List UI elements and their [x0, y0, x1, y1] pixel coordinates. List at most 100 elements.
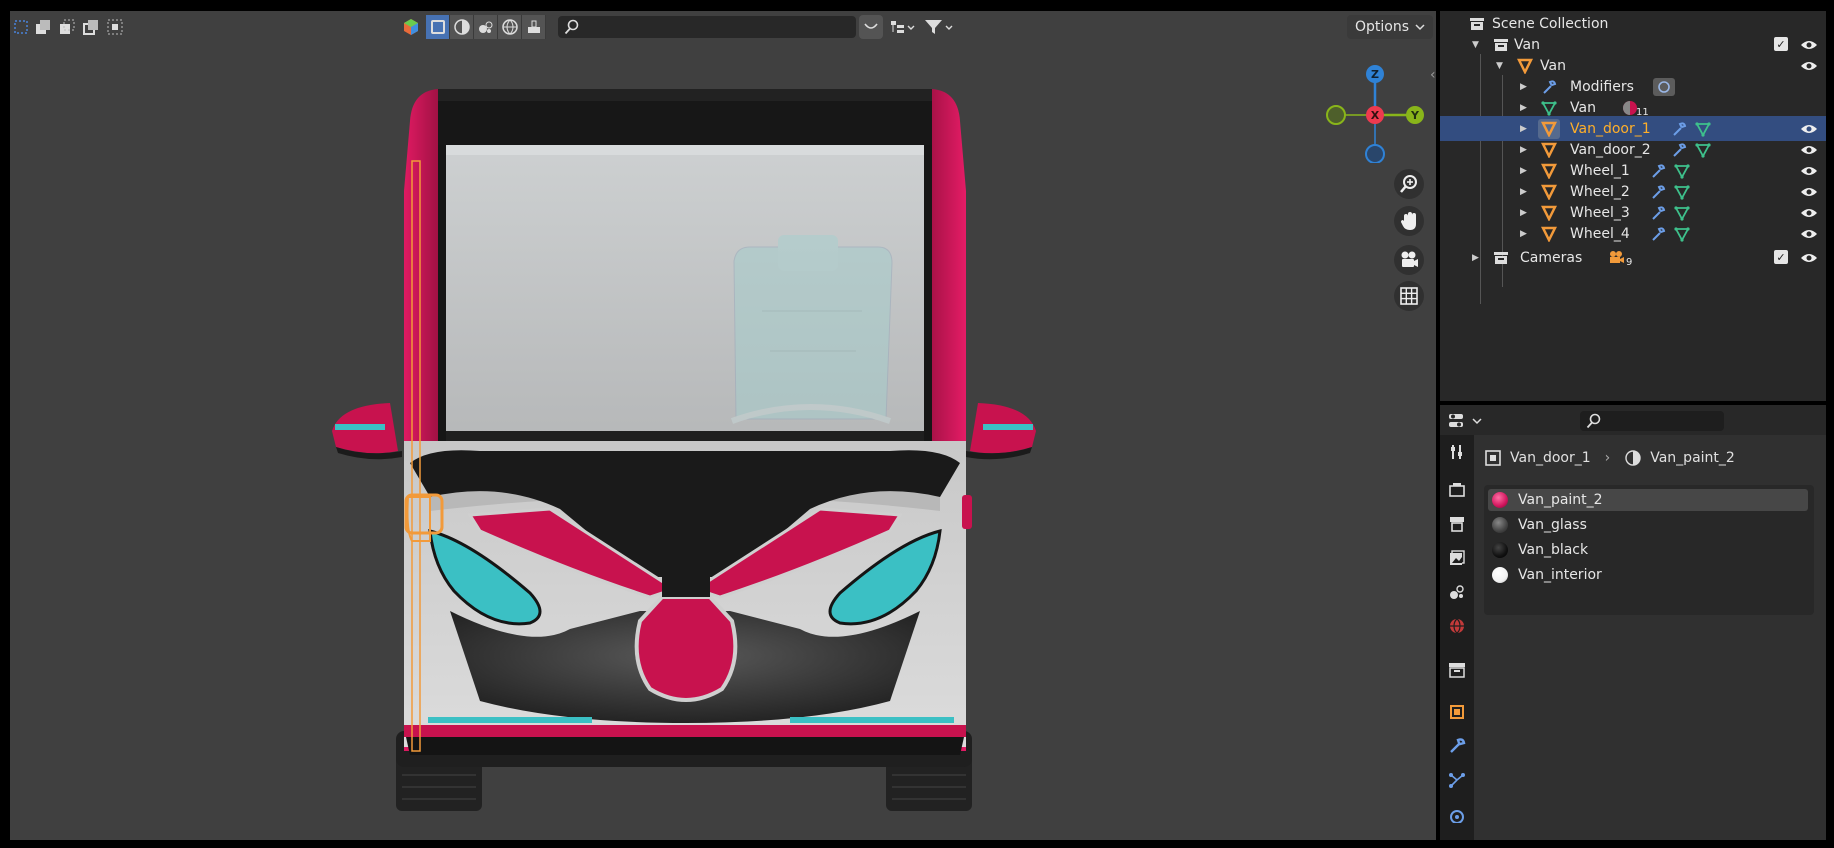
physics-tab-icon[interactable] — [1444, 801, 1470, 827]
outliner-row-cameras[interactable]: ▶ Cameras 9 ✓ — [1440, 245, 1826, 270]
wrench-icon[interactable] — [1671, 121, 1687, 137]
eye-icon[interactable] — [1800, 249, 1818, 267]
wrench-icon[interactable] — [1671, 142, 1687, 158]
ortho-grid-icon[interactable] — [1394, 281, 1424, 311]
properties-header — [1440, 405, 1826, 435]
modifier-tab-icon[interactable] — [1444, 733, 1470, 759]
camera-icon — [1610, 250, 1624, 263]
outliner-label: Cameras — [1520, 249, 1583, 266]
outliner-label: Van_door_2 — [1570, 141, 1651, 158]
material-preview-icon — [1492, 492, 1508, 508]
camera-count: 9 — [1626, 257, 1633, 268]
material-slot-van-interior[interactable]: Van_interior — [1488, 564, 1808, 586]
properties-search-field[interactable] — [1580, 411, 1724, 431]
collapse-arrow-icon[interactable]: ‹ — [1430, 67, 1436, 83]
wrench-icon[interactable] — [1650, 205, 1666, 221]
expand-down-icon[interactable]: ▼ — [1472, 40, 1479, 50]
expand-right-icon[interactable]: ▶ — [1520, 187, 1527, 197]
zoom-icon[interactable] — [1394, 169, 1424, 199]
mesh-data-icon[interactable] — [1695, 121, 1711, 137]
expand-right-icon[interactable]: ▶ — [1520, 124, 1527, 134]
mesh-object-icon — [1540, 141, 1558, 159]
mesh-object-icon — [1538, 118, 1560, 139]
mesh-object-icon — [1540, 204, 1558, 222]
expand-right-icon[interactable]: ▶ — [1520, 208, 1527, 218]
eye-icon[interactable] — [1800, 225, 1818, 243]
eye-icon[interactable] — [1800, 162, 1818, 180]
material-slot-list[interactable]: Van_paint_2 Van_glass Van_black Van_inte… — [1484, 485, 1814, 615]
view-layer-tab-icon[interactable] — [1444, 545, 1470, 571]
modifier-badge[interactable] — [1652, 77, 1676, 97]
expand-right-icon[interactable]: ▶ — [1520, 103, 1527, 113]
material-slot-van-black[interactable]: Van_black — [1488, 539, 1808, 561]
mesh-data-icon[interactable] — [1674, 205, 1690, 221]
mesh-data-icon[interactable] — [1695, 142, 1711, 158]
material-slot-label: Van_black — [1518, 542, 1589, 558]
material-slot-van-glass[interactable]: Van_glass — [1488, 514, 1808, 536]
world-tab-icon[interactable] — [1444, 613, 1470, 639]
outliner-label: Wheel_1 — [1570, 162, 1630, 179]
row-extras — [1650, 205, 1690, 221]
properties-editor-icon — [1449, 414, 1463, 427]
collection-tab-icon[interactable] — [1444, 657, 1470, 683]
eye-icon[interactable] — [1800, 120, 1818, 138]
breadcrumb-material: Van_paint_2 — [1650, 450, 1735, 466]
properties-panel[interactable]: Van_door_1 › Van_paint_2 Van_paint_2 Van… — [1440, 405, 1826, 840]
mesh-data-icon[interactable] — [1674, 226, 1690, 242]
expand-down-icon[interactable]: ▼ — [1496, 61, 1503, 71]
3d-viewport[interactable]: Options Z X Y ‹ — [10, 11, 1436, 840]
outliner-row-wheel-4[interactable]: ▶ Wheel_4 — [1440, 221, 1826, 246]
row-extras — [1650, 184, 1690, 200]
wrench-icon — [1540, 78, 1558, 96]
gizmo-x-label: X — [1371, 109, 1380, 122]
editor-type-dropdown[interactable] — [1448, 411, 1484, 431]
render-tab-icon[interactable] — [1444, 477, 1470, 503]
camera-view-icon[interactable] — [1394, 245, 1424, 275]
material-count-badge[interactable]: 11 — [1622, 97, 1649, 118]
eye-icon[interactable] — [1800, 36, 1818, 54]
pan-hand-icon[interactable] — [1394, 206, 1424, 236]
mesh-object-icon — [1540, 225, 1558, 243]
eye-icon[interactable] — [1800, 57, 1818, 75]
expand-right-icon[interactable]: ▶ — [1472, 253, 1479, 263]
outliner-label: Van — [1514, 36, 1540, 53]
outliner-panel[interactable]: Scene Collection ▼ Van ✓ ▼ Van ▶ Modifie… — [1440, 11, 1826, 401]
breadcrumb-separator-icon: › — [1604, 450, 1611, 466]
eye-icon[interactable] — [1800, 141, 1818, 159]
tool-tab-icon[interactable] — [1444, 439, 1470, 465]
scene-tab-icon[interactable] — [1444, 579, 1470, 605]
particles-tab-icon[interactable] — [1444, 767, 1470, 793]
material-preview-icon — [1492, 517, 1508, 533]
expand-right-icon[interactable]: ▶ — [1520, 82, 1527, 92]
exclude-checkbox[interactable]: ✓ — [1774, 37, 1788, 51]
properties-tab-bar — [1440, 435, 1474, 840]
mesh-object-icon — [1540, 183, 1558, 201]
collection-icon — [1492, 36, 1510, 54]
object-icon — [1485, 450, 1501, 466]
search-icon — [1586, 413, 1601, 429]
navigation-gizmo[interactable]: Z X Y — [1320, 53, 1430, 163]
output-tab-icon[interactable] — [1444, 511, 1470, 537]
expand-right-icon[interactable]: ▶ — [1520, 166, 1527, 176]
mesh-data-icon[interactable] — [1674, 184, 1690, 200]
outliner-label: Van — [1570, 99, 1596, 116]
van-model-render[interactable] — [10, 11, 1436, 840]
eye-icon[interactable] — [1800, 204, 1818, 222]
eye-icon[interactable] — [1800, 183, 1818, 201]
material-slot-label: Van_paint_2 — [1518, 492, 1603, 508]
row-extras — [1671, 142, 1711, 158]
wrench-icon[interactable] — [1650, 226, 1666, 242]
expand-right-icon[interactable]: ▶ — [1520, 229, 1527, 239]
collection-icon — [1492, 249, 1510, 267]
material-slot-van-paint-2[interactable]: Van_paint_2 — [1488, 489, 1808, 511]
material-preview-icon — [1492, 567, 1508, 583]
wrench-icon[interactable] — [1650, 163, 1666, 179]
camera-count-badge[interactable]: 9 — [1608, 247, 1632, 268]
wrench-icon[interactable] — [1650, 184, 1666, 200]
mesh-data-icon — [1540, 99, 1558, 117]
object-tab-icon[interactable] — [1444, 699, 1470, 725]
gizmo-y-label: Y — [1410, 109, 1420, 122]
exclude-checkbox[interactable]: ✓ — [1774, 250, 1788, 264]
expand-right-icon[interactable]: ▶ — [1520, 145, 1527, 155]
mesh-data-icon[interactable] — [1674, 163, 1690, 179]
